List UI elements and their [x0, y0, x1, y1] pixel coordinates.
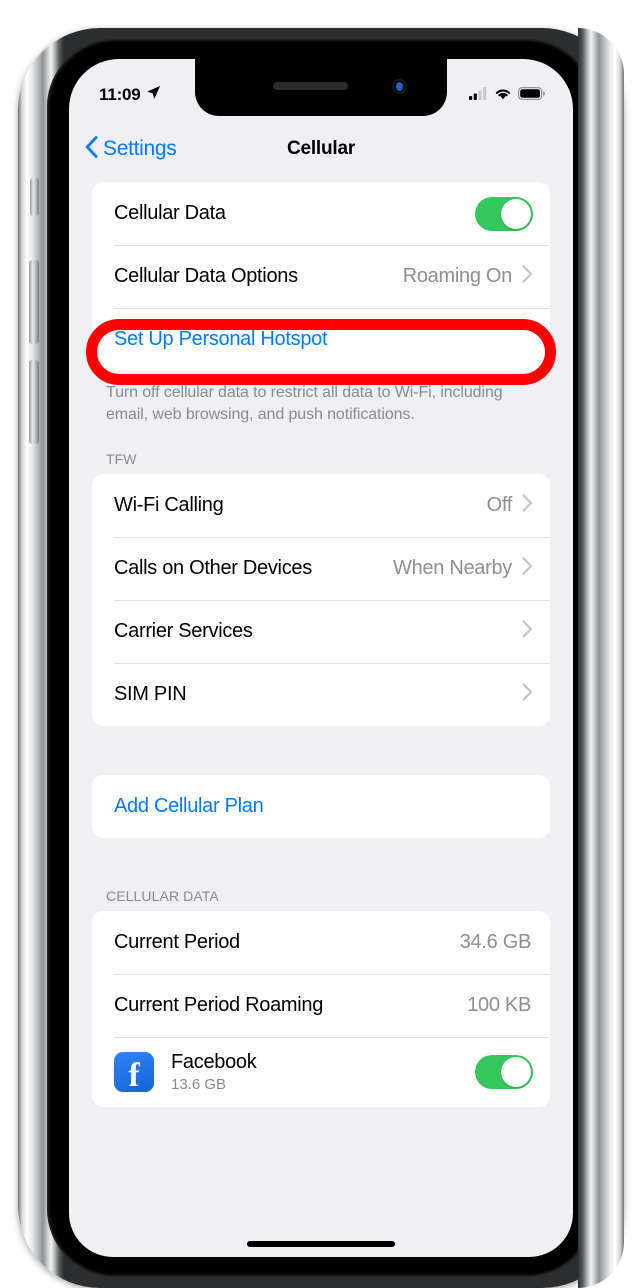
- row-carrier-services-label: Carrier Services: [114, 620, 253, 643]
- row-cellular-data-options-label: Cellular Data Options: [114, 265, 298, 287]
- row-carrier-services[interactable]: Carrier Services: [92, 600, 550, 663]
- row-current-period-roaming-label: Current Period Roaming: [114, 994, 324, 1017]
- volume-up-button[interactable]: [29, 260, 39, 344]
- chevron-left-icon: [85, 135, 98, 163]
- wifi-icon: [494, 87, 512, 105]
- home-indicator[interactable]: [247, 1241, 395, 1247]
- row-current-period-roaming-value: 100 KB: [467, 994, 531, 1017]
- status-bar-right: [469, 86, 546, 105]
- facebook-icon: f: [114, 1052, 154, 1093]
- row-wifi-calling-value: Off: [486, 494, 513, 517]
- status-bar-left: 11:09: [99, 84, 161, 105]
- row-sim-pin[interactable]: SIM PIN: [92, 663, 550, 726]
- mute-switch-button[interactable]: [30, 178, 39, 216]
- row-current-period-value: 34.6 GB: [459, 931, 532, 954]
- location-arrow-icon: [146, 85, 161, 105]
- carrier-section-header: TFW: [106, 451, 137, 468]
- row-sim-pin-label: SIM PIN: [114, 683, 187, 706]
- status-time: 11:09: [99, 84, 141, 104]
- facebook-glyph: f: [128, 1056, 140, 1093]
- row-add-cellular-plan[interactable]: Add Cellular Plan: [92, 775, 550, 838]
- row-wifi-calling[interactable]: Wi-Fi Calling Off: [92, 474, 550, 537]
- chevron-right-icon: [522, 557, 533, 580]
- facebook-cellular-toggle[interactable]: [475, 1055, 533, 1090]
- battery-full-icon: [518, 86, 546, 105]
- row-cellular-data-options[interactable]: Cellular Data Options Roaming On: [92, 245, 550, 308]
- row-calls-on-other-devices-label: Calls on Other Devices: [114, 557, 312, 580]
- volume-down-button[interactable]: [29, 360, 39, 444]
- chevron-right-icon: [522, 265, 533, 288]
- power-button[interactable]: [603, 294, 613, 470]
- chevron-right-icon: [522, 683, 533, 706]
- toggle-knob: [501, 1057, 531, 1088]
- back-button-label: Settings: [103, 137, 177, 160]
- row-current-period-roaming[interactable]: Current Period Roaming 100 KB: [92, 974, 550, 1037]
- earpiece-speaker-icon: [273, 82, 348, 90]
- row-cellular-data[interactable]: Cellular Data: [92, 182, 550, 245]
- row-calls-on-other-devices[interactable]: Calls on Other Devices When Nearby: [92, 537, 550, 600]
- back-button[interactable]: Settings: [85, 135, 177, 163]
- cellular-data-group-card: Current Period 34.6 GB Current Period Ro…: [92, 911, 550, 1108]
- chevron-right-icon: [522, 494, 533, 517]
- cellular-data-toggle[interactable]: [475, 196, 533, 231]
- phone-screen: 11:09 Settings Cellular Cellular Data Ce…: [69, 59, 573, 1257]
- row-current-period[interactable]: Current Period 34.6 GB: [92, 911, 550, 974]
- add-plan-group-card: Add Cellular Plan: [92, 775, 550, 839]
- front-camera-icon: [392, 79, 407, 94]
- chevron-right-icon: [522, 620, 533, 643]
- row-set-up-personal-hotspot[interactable]: Set Up Personal Hotspot: [92, 308, 550, 371]
- cellular-group-card: Cellular Data Cellular Data Options Roam…: [92, 182, 550, 371]
- toggle-knob: [501, 198, 531, 229]
- cellular-group-footer: Turn off cellular data to restrict all d…: [106, 384, 503, 423]
- app-data-size: 13.6 GB: [171, 1076, 227, 1094]
- carrier-group-card: Wi-Fi Calling Off Calls on Other Devices…: [92, 474, 550, 727]
- app-name: Facebook: [171, 1051, 257, 1074]
- row-current-period-label: Current Period: [114, 931, 240, 954]
- iphone-device-frame: 11:09 Settings Cellular Cellular Data Ce…: [18, 28, 624, 1288]
- row-cellular-data-options-value: Roaming On: [402, 265, 513, 287]
- row-cellular-data-label: Cellular Data: [114, 202, 226, 224]
- row-calls-on-other-devices-value: When Nearby: [393, 557, 512, 580]
- row-set-up-personal-hotspot-label: Set Up Personal Hotspot: [114, 328, 328, 350]
- cellular-data-section-header: CELLULAR DATA: [106, 888, 219, 905]
- row-wifi-calling-label: Wi-Fi Calling: [114, 494, 224, 517]
- navigation-bar: Settings Cellular: [69, 116, 573, 182]
- app-info: Facebook 13.6 GB: [171, 1051, 475, 1093]
- cellular-signal-icon: [469, 86, 488, 105]
- row-add-cellular-plan-label: Add Cellular Plan: [114, 795, 264, 818]
- settings-scroll-view[interactable]: Cellular Data Cellular Data Options Roam…: [69, 182, 573, 1257]
- row-app-facebook[interactable]: f Facebook 13.6 GB: [92, 1037, 550, 1107]
- notch: [195, 59, 447, 116]
